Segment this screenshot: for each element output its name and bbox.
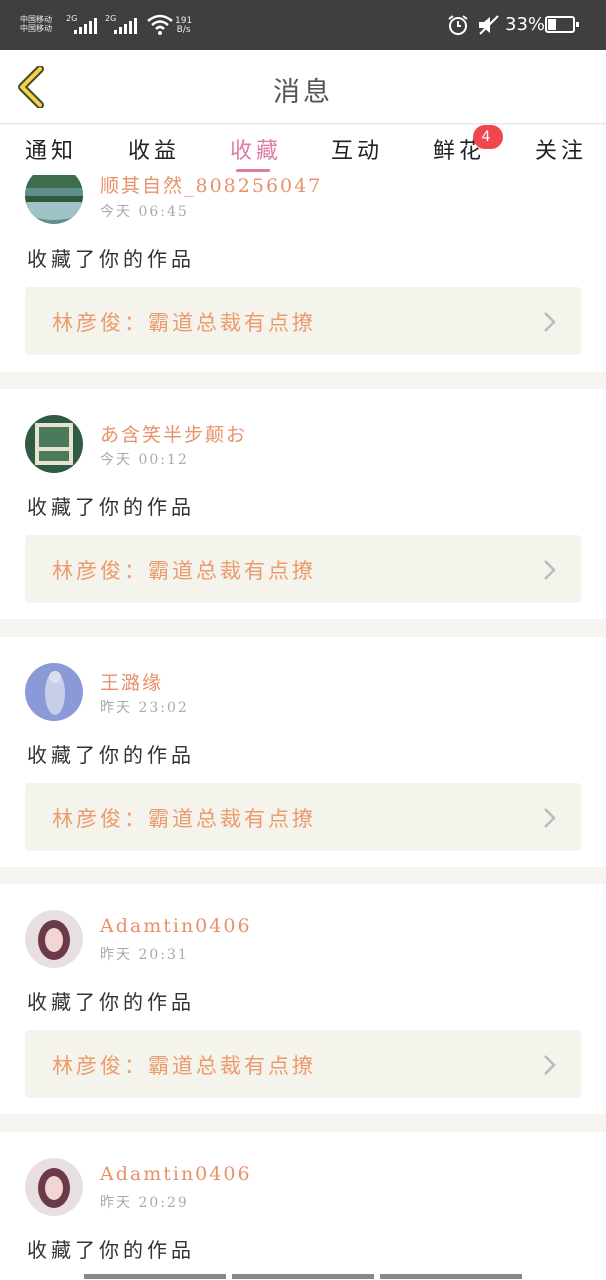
username[interactable]: あ含笑半步颠お (100, 420, 247, 447)
mute-icon (479, 15, 499, 35)
username[interactable]: 顺其自然_808256047 (100, 175, 322, 198)
action-text: 收藏了你的作品 (27, 990, 195, 1014)
timestamp: 今天 06:45 (100, 204, 189, 220)
signal-icon (74, 18, 100, 34)
list-item: 顺其自然_808256047 今天 06:45 收藏了你的作品 林彦俊：霸道总裁… (0, 175, 606, 372)
flowers-count-badge: 4 (473, 125, 503, 149)
avatar[interactable] (25, 1158, 83, 1216)
work-title: 林彦俊：霸道总裁有点撩 (52, 311, 316, 335)
tab-notifications[interactable]: 通知 (25, 133, 77, 165)
work-link[interactable]: 林彦俊：霸道总裁有点撩 (25, 535, 581, 603)
avatar[interactable] (25, 663, 83, 721)
signal-icon (114, 18, 140, 34)
timestamp: 今天 00:12 (100, 452, 189, 468)
message-list: 顺其自然_808256047 今天 06:45 收藏了你的作品 林彦俊：霸道总裁… (0, 175, 606, 1280)
tab-flowers[interactable]: 鲜花 4 (433, 125, 503, 165)
list-item: あ含笑半步颠お 今天 00:12 收藏了你的作品 林彦俊：霸道总裁有点撩 (0, 389, 606, 619)
work-link[interactable]: 林彦俊：霸道总裁有点撩 (25, 1030, 581, 1098)
carrier-1: 中国移动 (20, 15, 52, 24)
username[interactable]: Adamtin0406 (100, 915, 252, 937)
alarm-icon (448, 15, 468, 35)
status-bar: 中国移动 中国移动 2G 2G 191 B/s 33% (0, 0, 606, 50)
tab-interactions[interactable]: 互动 (331, 133, 383, 165)
work-link[interactable]: 林彦俊：霸道总裁有点撩 (25, 287, 581, 355)
header-bar: 消息 (0, 50, 606, 124)
bottom-scroll-indicator (0, 1273, 606, 1280)
battery-percent: 33% (505, 14, 546, 35)
avatar[interactable] (25, 910, 83, 968)
carrier-labels: 中国移动 中国移动 (20, 15, 52, 33)
action-text: 收藏了你的作品 (27, 495, 195, 519)
wifi-icon (147, 14, 173, 35)
tab-following[interactable]: 关注 (535, 133, 587, 165)
list-item: Adamtin0406 昨天 20:29 收藏了你的作品 (0, 1132, 606, 1280)
action-text: 收藏了你的作品 (27, 743, 195, 767)
net-speed: 191 B/s (175, 17, 192, 35)
avatar[interactable] (25, 175, 83, 224)
work-title: 林彦俊：霸道总裁有点撩 (52, 1054, 316, 1078)
tab-earnings[interactable]: 收益 (128, 133, 180, 165)
username[interactable]: 王潞缘 (100, 668, 163, 695)
chevron-right-icon (544, 1055, 556, 1075)
page-title: 消息 (273, 77, 333, 108)
work-title: 林彦俊：霸道总裁有点撩 (52, 559, 316, 583)
action-text: 收藏了你的作品 (27, 247, 195, 271)
chevron-right-icon (544, 312, 556, 332)
work-link[interactable]: 林彦俊：霸道总裁有点撩 (25, 783, 581, 851)
timestamp: 昨天 20:29 (100, 1195, 189, 1211)
battery-icon (545, 16, 579, 33)
username[interactable]: Adamtin0406 (100, 1163, 252, 1185)
work-title: 林彦俊：霸道总裁有点撩 (52, 807, 316, 831)
list-item: Adamtin0406 昨天 20:31 收藏了你的作品 林彦俊：霸道总裁有点撩 (0, 884, 606, 1114)
carrier-2: 中国移动 (20, 24, 52, 33)
tab-favorites[interactable]: 收藏 (230, 133, 282, 165)
timestamp: 昨天 23:02 (100, 700, 189, 716)
chevron-right-icon (544, 808, 556, 828)
chevron-right-icon (544, 560, 556, 580)
avatar[interactable] (25, 415, 83, 473)
tab-bar: 通知 收益 收藏 互动 鲜花 4 关注 (0, 125, 606, 175)
active-tab-indicator (236, 169, 270, 172)
timestamp: 昨天 20:31 (100, 947, 189, 963)
list-item: 王潞缘 昨天 23:02 收藏了你的作品 林彦俊：霸道总裁有点撩 (0, 637, 606, 867)
action-text: 收藏了你的作品 (27, 1238, 195, 1262)
net-speed-unit: B/s (176, 25, 191, 35)
